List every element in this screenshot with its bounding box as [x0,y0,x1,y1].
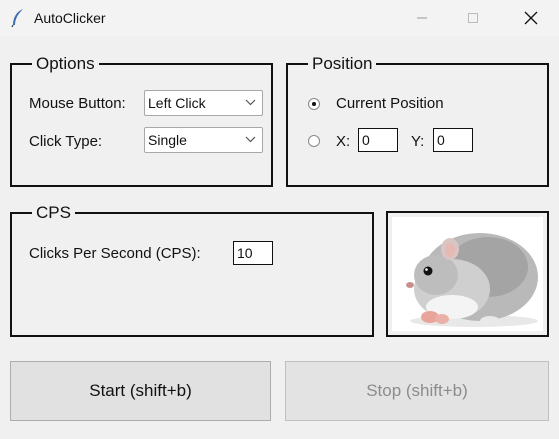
y-input[interactable] [433,128,473,152]
close-icon [524,11,538,25]
cps-input[interactable] [233,241,273,265]
start-button[interactable]: Start (shift+b) [10,361,271,421]
chevron-down-icon [245,99,256,106]
feather-icon [11,9,23,28]
title-bar: AutoClicker [0,0,559,36]
click-type-value: Single [148,132,187,148]
position-legend: Position [308,54,377,74]
x-input[interactable] [358,128,398,152]
hamster-image-frame [386,211,549,337]
current-position-label[interactable]: Current Position [336,95,444,112]
position-group: Position [286,54,549,187]
click-type-label: Click Type: [29,133,103,150]
current-position-radio[interactable] [308,98,320,110]
click-type-select[interactable]: Single [144,127,263,153]
close-button[interactable] [508,0,554,36]
cps-group: CPS [10,203,374,337]
x-label: X: [336,133,351,150]
maximize-icon [468,13,478,23]
cps-label: Clicks Per Second (CPS): [29,245,201,262]
chevron-down-icon [245,136,256,143]
window-title: AutoClicker [34,10,106,26]
stop-button[interactable]: Stop (shift+b) [285,361,549,421]
mouse-button-value: Left Click [148,95,206,111]
mouse-button-select[interactable]: Left Click [144,90,263,116]
options-legend: Options [32,54,99,74]
hamster-image [392,217,543,331]
minimize-icon [417,17,427,19]
options-group: Options [10,54,273,187]
mouse-button-label: Mouse Button: [29,95,126,112]
y-label: Y: [411,133,425,150]
custom-position-radio[interactable] [308,135,320,147]
maximize-button[interactable] [450,0,496,36]
cps-legend: CPS [32,203,75,223]
minimize-button[interactable] [399,0,445,36]
